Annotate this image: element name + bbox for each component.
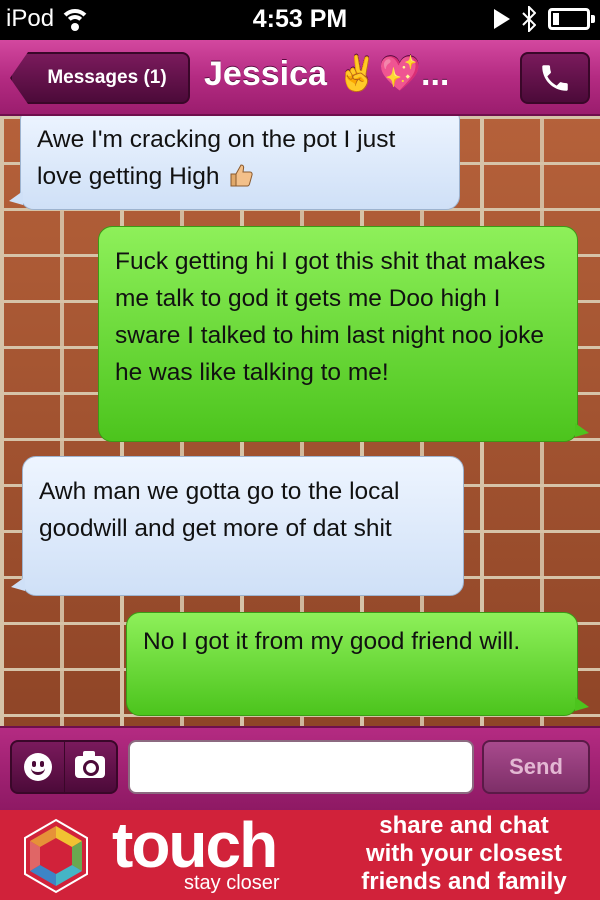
ad-brand: touch (112, 809, 278, 881)
ad-promo-line: with your closest (365, 840, 563, 867)
emoji-button[interactable] (12, 742, 65, 792)
message-bubble-outgoing: Fuck getting hi I got this shit that mak… (98, 226, 589, 442)
ad-promo-line: share and chat (379, 812, 549, 839)
back-button[interactable]: Messages (1) (10, 52, 190, 104)
ad-promo-text: share and chat with your closest friends… (336, 812, 592, 896)
touch-logo-icon (24, 818, 88, 894)
message-thread[interactable]: Awe I'm cracking on the pot I just love … (0, 116, 600, 726)
send-button[interactable]: Send (482, 740, 590, 794)
status-right (494, 6, 595, 32)
ad-promo-line: friends and family (361, 868, 567, 895)
smiley-icon (23, 753, 52, 781)
camera-button[interactable] (65, 742, 117, 792)
message-bubble-incoming: Awe I'm cracking on the pot I just love … (9, 116, 460, 210)
phone-icon (542, 65, 568, 91)
compose-bar: Send (0, 726, 600, 810)
call-button[interactable] (520, 52, 590, 104)
camera-icon (75, 751, 106, 778)
message-text: Awe I'm cracking on the pot I just love … (37, 126, 396, 190)
nav-bar: Messages (1) Jessica ✌️💖... (0, 40, 600, 116)
message-text: No I got it from my good friend will. (143, 628, 521, 655)
battery-icon (548, 8, 595, 30)
play-icon (494, 9, 510, 29)
ad-banner[interactable]: touch stay closer share and chat with yo… (0, 810, 600, 900)
thumbs-up-icon (230, 164, 253, 187)
message-bubble-incoming: Awh man we gotta go to the local goodwil… (11, 456, 464, 596)
message-text: Fuck getting hi I got this shit that mak… (115, 248, 546, 386)
media-buttons (10, 740, 118, 794)
bluetooth-icon (522, 6, 536, 32)
contact-name: Jessica ✌️💖... (204, 55, 450, 93)
message-input[interactable] (128, 740, 474, 794)
status-bar: iPod 4:53 PM (0, 0, 600, 40)
message-text: Awh man we gotta go to the local goodwil… (39, 478, 400, 542)
ad-tagline: stay closer (184, 872, 280, 894)
message-bubble-outgoing: No I got it from my good friend will. (126, 612, 589, 716)
